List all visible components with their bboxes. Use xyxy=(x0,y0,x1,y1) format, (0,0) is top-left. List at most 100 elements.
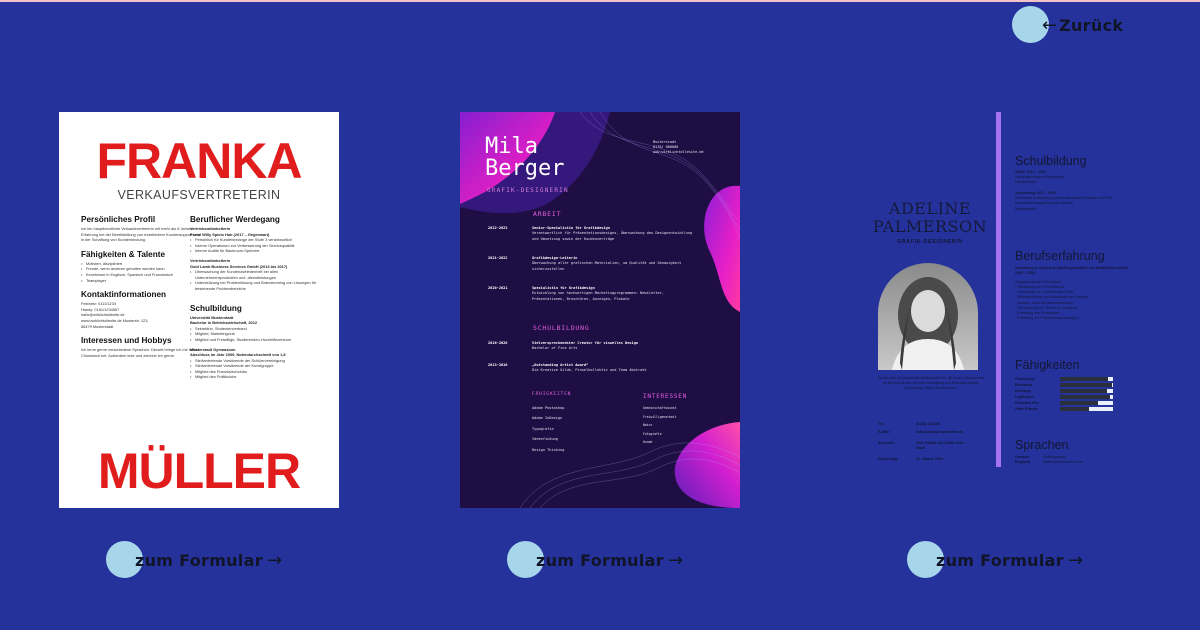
cv-profile-text: Ich bin hauptberufliche Verkaufsvertrete… xyxy=(81,226,200,243)
cv-abilities-list: Adobe Photoshop Adobe InDesign Typografi… xyxy=(532,403,564,455)
cv-edu-entry: 2013-2016 „Outstanding Artist Award“ Die … xyxy=(488,363,698,374)
cv-work-entry: 2022-2023 Senior-Spezialistin für Grafik… xyxy=(488,226,698,242)
cv-entry-title: Senior-Spezialistin für Grafikdesign xyxy=(532,226,610,230)
cv-contact-section: Kontaktinformationen Festnetz: 0111/1234… xyxy=(81,290,203,329)
cv-school-line: Musterstraße xyxy=(1015,206,1037,211)
cv-contact-label: Geburtstag: xyxy=(878,457,899,462)
skill-track xyxy=(1060,389,1113,393)
cv-entry-title: Grafikdesign-Leiterin xyxy=(532,256,578,260)
cv-skills-section: Fähigkeiten & Talente Motiviert, diszipl… xyxy=(81,250,203,283)
arrow-right-icon: → xyxy=(266,549,283,571)
cv-first-name: ADELINE xyxy=(888,199,972,218)
cv-years: 2021-2022 xyxy=(488,256,508,260)
cv-edu-entry: 2016-2020 Vielversprechendster Creator f… xyxy=(488,341,698,352)
form-button-franka[interactable]: zum Formular → xyxy=(106,541,282,579)
list-item: Gemeinschaftskunst xyxy=(643,406,677,410)
cv-entry-text: Verantwortlich für Präsentationsdesigns,… xyxy=(532,231,693,241)
form-button-mila[interactable]: zum Formular → xyxy=(507,541,683,579)
skill-name: Photoshop xyxy=(1015,377,1035,381)
list-item: Unterstützung bei Problemlösung und Brai… xyxy=(190,280,320,291)
cv-languages-title: Sprachen xyxy=(1015,438,1069,452)
skill-track xyxy=(1060,407,1113,411)
cv-career-line: - Erstellung der Produktbeschreibungen xyxy=(1015,315,1079,320)
cv-section-title: Kontaktinformationen xyxy=(81,290,167,300)
form-button-label: zum Formular xyxy=(936,550,1064,570)
cv-first-name: Mila xyxy=(485,134,538,159)
cv-last-name: MÜLLER xyxy=(97,443,301,499)
cv-entry-title: Vielversprechendster Creator für visuell… xyxy=(532,341,639,345)
cv-first-name: FRANKA xyxy=(96,133,302,189)
cv-section-title: Fähigkeiten & Talente xyxy=(81,249,166,259)
cv-entry-title: „Outstanding Artist Award“ xyxy=(532,363,589,367)
cv-career-title: Berufserfahrung xyxy=(1015,249,1105,263)
list-item: Typografie xyxy=(532,426,554,431)
cv-section-title: Interessen und Hobbys xyxy=(81,336,172,346)
cv-role: GRAFIK-DESIGNERIN xyxy=(487,187,569,194)
cv-contact-value: hallo@einegroseartseite.de xyxy=(916,430,963,435)
skill-fill xyxy=(1060,389,1107,393)
form-button-adeline[interactable]: zum Formular → xyxy=(907,541,1083,579)
list-item: Freiwilligenarbeit xyxy=(643,414,677,419)
cv-left-column: Persönliches Profil Ich bin hauptberufli… xyxy=(81,215,203,365)
cv-entry-text: Die Kreative Gilde, Pinselkollektiv und … xyxy=(532,368,647,373)
cv-right-column: Beruflicher Werdegang Vertriebsmitarbeit… xyxy=(190,215,320,387)
cv-contact-label: Anschrift: xyxy=(878,441,895,446)
cv-contact-table: Tel.: (0123) 1234 56 E-Mail: hallo@eineg… xyxy=(878,422,996,462)
cv-contact-value: Jede Straße 123 12345 Jede Stadt xyxy=(916,441,964,451)
cv-education-section: Schulbildung Universität Musterstadt Bac… xyxy=(190,304,320,381)
cv-entry-title: Spezialistin für Grafikdesign xyxy=(532,286,595,290)
cv-contact-label: Tel.: xyxy=(878,422,886,426)
template-preview-mila[interactable]: Mila Berger GRAFIK-DESIGNERIN Musterstad… xyxy=(460,112,740,508)
cv-section-title: Schulbildung xyxy=(190,303,242,313)
list-item: Mitglied und Freiwillige, Studierenden-H… xyxy=(190,337,320,343)
form-button-label: zum Formular xyxy=(536,550,664,570)
language-level: Muttersprachliches Level xyxy=(1043,460,1083,465)
back-button[interactable]: ← Zurück xyxy=(1012,6,1123,44)
cv-work-entry: 2020-2021 Spezialistin für Grafikdesign E… xyxy=(488,286,698,302)
cv-last-name: PALMERSON xyxy=(872,217,988,236)
cv-work-title: ARBEIT xyxy=(533,210,562,218)
list-item: Mitglied des Politikclubs xyxy=(190,374,320,380)
cv-about-text: Ich bin eine professionelle Werbegrafike… xyxy=(877,376,985,391)
arrow-left-icon: ← xyxy=(1042,14,1058,36)
cv-entry-text: Entwicklung von hochwertigen Marketingpr… xyxy=(532,291,664,301)
skill-name: Lightroom xyxy=(1015,395,1034,399)
back-button-label: Zurück xyxy=(1059,15,1124,35)
cv-contact-label: E-Mail: xyxy=(878,430,890,435)
cv-name: Mila Berger xyxy=(485,136,564,180)
list-item: Überwachung der Kundenzufriedenheit bei … xyxy=(190,269,320,280)
cv-contact-line: www.wirklichtollesite.de xyxy=(653,150,704,154)
template-preview-adeline[interactable]: ADELINE PALMERSON GRAFIK-DESIGNERIN Ich … xyxy=(860,112,1145,508)
cv-last-name: Berger xyxy=(485,156,565,181)
profile-photo xyxy=(878,263,978,370)
cv-school-list: Abitur 2015 – 2017 Landesgymnasium Bücke… xyxy=(1015,170,1135,212)
list-item: Fotografie xyxy=(643,431,662,436)
cv-edu-title: SCHULBILDUNG xyxy=(533,324,590,332)
cv-section-title: Persönliches Profil xyxy=(81,215,156,224)
cv-interests-section: Interessen und Hobbys Ich lerne gerne ve… xyxy=(81,336,203,358)
bottom-right-blob xyxy=(674,422,740,508)
cv-contact-line: 68479 Musterstadt xyxy=(81,323,114,329)
list-item: Teamplayer xyxy=(81,278,203,284)
form-button-label: zum Formular xyxy=(135,550,263,570)
cv-career-section: Beruflicher Werdegang Vertriebsmitarbeit… xyxy=(190,215,320,292)
arrow-right-icon: → xyxy=(1067,549,1084,571)
top-accent-line xyxy=(0,0,1200,2)
template-preview-franka[interactable]: FRANKA VERKAUFSVERTRETERIN Persönliches … xyxy=(59,112,339,508)
skill-fill xyxy=(1060,383,1112,387)
cv-school-title: Schulbildung xyxy=(1015,154,1087,168)
skill-track xyxy=(1060,395,1113,399)
skill-name: Illustrator xyxy=(1015,383,1033,387)
list-item: Natur xyxy=(643,423,653,428)
cv-years: 2020-2021 xyxy=(488,286,508,290)
cv-work-entry: 2021-2022 Grafikdesign-Leiterin Überwachu… xyxy=(488,256,698,272)
cv-years: 2016-2020 xyxy=(488,341,508,345)
skill-name: InDesign xyxy=(1015,389,1032,393)
skill-fill xyxy=(1060,401,1099,405)
cv-entry-text: Überwachung aller grafischen Materialien… xyxy=(532,261,682,271)
skill-track xyxy=(1060,401,1113,405)
portrait-silhouette xyxy=(892,277,964,370)
cv-role: VERKAUFSVERTRETERIN xyxy=(117,188,281,202)
list-item: Interne Audits für Backroom-Speicher xyxy=(190,248,320,254)
cv-interests-title: INTERESSEN xyxy=(643,393,688,400)
